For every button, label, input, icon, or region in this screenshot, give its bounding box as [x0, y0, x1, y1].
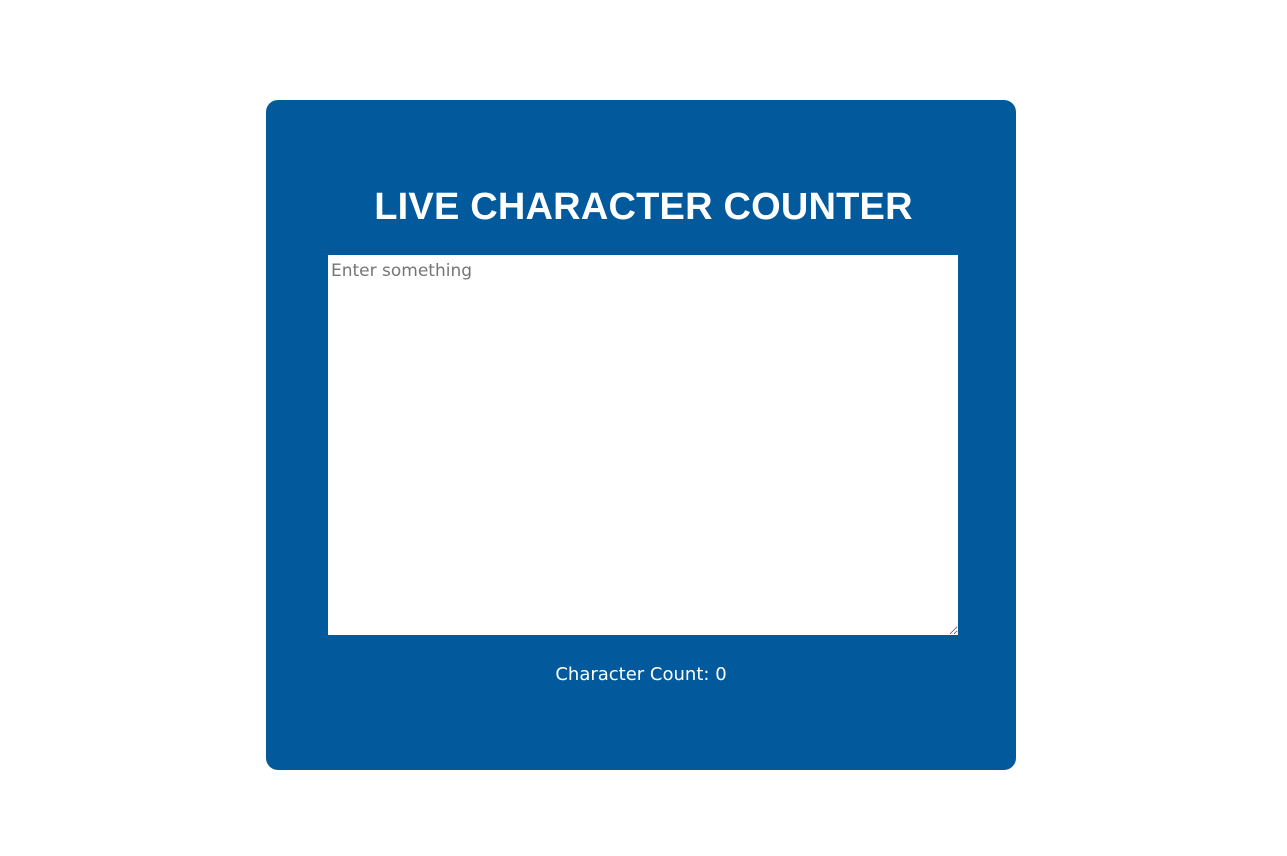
character-count-label: Character Count: — [555, 664, 710, 685]
text-input-area[interactable] — [328, 255, 958, 635]
character-count-display: Character Count: 0 — [266, 663, 1016, 687]
page-title: LIVE CHARACTER COUNTER — [374, 186, 913, 228]
character-count-value: 0 — [715, 664, 727, 685]
